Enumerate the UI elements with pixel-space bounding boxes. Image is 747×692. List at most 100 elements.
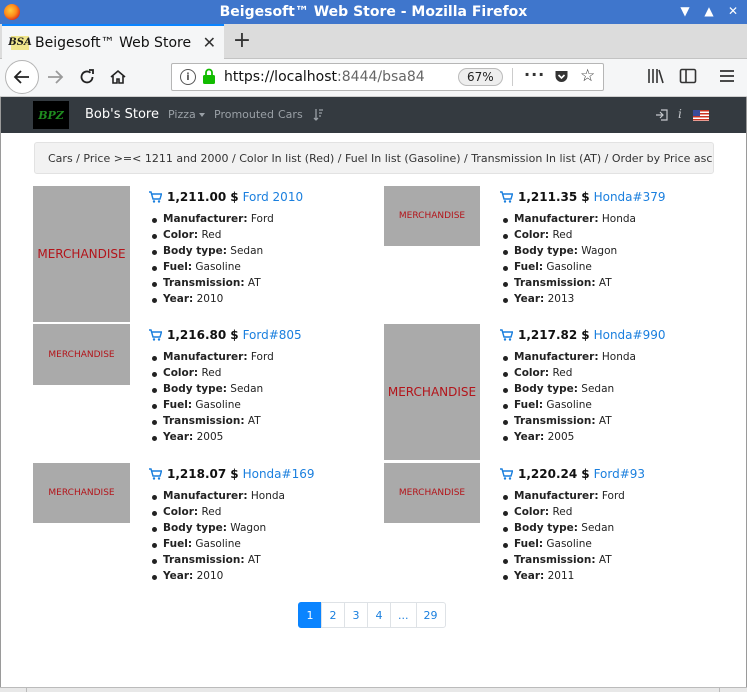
product-image[interactable]: MERCHANDISE <box>384 324 480 460</box>
product-name-link[interactable]: Honda#990 <box>594 328 666 342</box>
color-value: Red <box>552 367 573 379</box>
new-tab-button[interactable]: + <box>230 28 254 53</box>
page-ellipsis[interactable]: ... <box>390 602 417 628</box>
year-value: 2005 <box>196 431 224 443</box>
product-attributes: Manufacturer: Ford Color: Red Body type:… <box>149 213 379 309</box>
currency-symbol: $ <box>230 190 239 204</box>
close-window-icon[interactable]: ✕ <box>725 3 741 19</box>
reload-icon <box>80 69 94 84</box>
back-button[interactable] <box>5 60 39 94</box>
body-type-value: Sedan <box>230 383 264 395</box>
product-name-link[interactable]: Honda#379 <box>594 190 666 204</box>
store-logo[interactable]: BPZ <box>33 101 69 129</box>
product-price: 1,218.07 <box>167 467 227 481</box>
info-icon[interactable]: i <box>678 107 682 121</box>
fuel-value: Gasoline <box>546 261 592 273</box>
manufacturer-value: Ford <box>601 490 625 502</box>
nav-promouted-link[interactable]: Promouted <box>214 108 274 121</box>
product-price: 1,216.80 <box>167 328 227 342</box>
add-to-cart-icon[interactable] <box>149 468 162 480</box>
color-value: Red <box>552 229 573 241</box>
transmission-value: AT <box>247 415 261 427</box>
product-card: MERCHANDISE 1,220.24 $ Ford#93 Manufactu… <box>384 463 729 593</box>
product-card: MERCHANDISE 1,211.35 $ Honda#379 Manufac… <box>384 186 729 322</box>
currency-symbol: $ <box>230 328 239 342</box>
product-name-link[interactable]: Ford#93 <box>594 467 645 481</box>
product-card: MERCHANDISE 1,216.80 $ Ford#805 Manufact… <box>33 324 378 460</box>
library-icon[interactable] <box>647 67 665 85</box>
product-card: MERCHANDISE 1,211.00 $ Ford 2010 Manufac… <box>33 186 378 322</box>
fuel-value: Gasoline <box>195 538 241 550</box>
color-value: Red <box>201 229 222 241</box>
page-2-button[interactable]: 2 <box>321 602 345 628</box>
page-3-button[interactable]: 3 <box>344 602 368 628</box>
product-card: MERCHANDISE 1,217.82 $ Honda#990 Manufac… <box>384 324 729 460</box>
maximize-icon[interactable]: ▲ <box>701 3 717 19</box>
close-tab-icon[interactable]: ✕ <box>203 33 216 52</box>
product-attributes: Manufacturer: Honda Color: Red Body type… <box>500 213 730 309</box>
sidebar-icon[interactable] <box>679 67 697 85</box>
body-type-value: Sedan <box>581 522 615 534</box>
currency-symbol: $ <box>230 467 239 481</box>
site-navbar: BPZ Bob's Store Pizza Promouted Cars i <box>1 97 746 133</box>
product-price: 1,211.35 <box>518 190 578 204</box>
page-actions-icon[interactable]: ··· <box>524 65 545 84</box>
manufacturer-value: Ford <box>250 351 274 363</box>
lock-icon <box>203 68 215 84</box>
product-image[interactable]: MERCHANDISE <box>33 463 130 523</box>
color-value: Red <box>552 506 573 518</box>
login-icon[interactable] <box>655 109 668 121</box>
page-4-button[interactable]: 4 <box>367 602 391 628</box>
home-icon <box>110 69 126 84</box>
fuel-value: Gasoline <box>195 399 241 411</box>
product-name-link[interactable]: Honda#169 <box>243 467 315 481</box>
forward-button[interactable] <box>40 62 70 92</box>
product-image[interactable]: MERCHANDISE <box>33 324 130 385</box>
body-type-value: Wagon <box>230 522 267 534</box>
product-attributes: Manufacturer: Honda Color: Red Body type… <box>500 351 730 447</box>
product-image[interactable]: MERCHANDISE <box>33 186 130 322</box>
minimize-icon[interactable]: ▼ <box>677 3 693 19</box>
product-image[interactable]: MERCHANDISE <box>384 186 480 246</box>
add-to-cart-icon[interactable] <box>500 468 513 480</box>
product-name-link[interactable]: Ford#805 <box>243 328 302 342</box>
tab-beigesoft[interactable]: BSA Beigesoft™ Web Store ✕ <box>2 24 224 59</box>
url-text[interactable]: https://localhost:8444/bsa8444 <box>224 69 424 85</box>
add-to-cart-icon[interactable] <box>149 329 162 341</box>
page-1-button[interactable]: 1 <box>298 602 322 628</box>
nav-toolbar: i https://localhost:8444/bsa8444 67% ···… <box>0 59 747 97</box>
tab-strip: BSA Beigesoft™ Web Store ✕ + <box>0 24 747 59</box>
sort-order-icon[interactable] <box>313 108 324 121</box>
manufacturer-value: Honda <box>601 213 636 225</box>
add-to-cart-icon[interactable] <box>149 191 162 203</box>
zoom-level-button[interactable]: 67% <box>458 68 503 86</box>
reload-button[interactable] <box>72 62 102 92</box>
nav-cars-link[interactable]: Cars <box>278 108 303 121</box>
url-bar[interactable]: i https://localhost:8444/bsa8444 67% ···… <box>171 63 604 91</box>
transmission-value: AT <box>247 277 261 289</box>
store-brand-link[interactable]: Bob's Store <box>85 107 159 122</box>
us-flag-icon[interactable] <box>693 110 709 121</box>
home-button[interactable] <box>103 62 133 92</box>
transmission-value: AT <box>598 277 612 289</box>
product-name-link[interactable]: Ford 2010 <box>243 190 304 204</box>
tab-title: Beigesoft™ Web Store <box>35 34 192 51</box>
favicon-icon: BSA <box>8 35 32 50</box>
menu-icon[interactable] <box>718 67 736 85</box>
add-to-cart-icon[interactable] <box>500 191 513 203</box>
year-value: 2005 <box>547 431 575 443</box>
pocket-icon[interactable] <box>554 69 569 84</box>
pagination: 1 2 3 4 ... 29 <box>298 602 446 628</box>
bookmark-star-icon[interactable]: ☆ <box>580 66 595 86</box>
product-attributes: Manufacturer: Ford Color: Red Body type:… <box>500 490 730 586</box>
back-arrow-icon <box>13 70 29 84</box>
window-title: Beigesoft™ Web Store - Mozilla Firefox <box>219 4 528 20</box>
nav-pizza-dropdown[interactable]: Pizza <box>168 108 205 121</box>
add-to-cart-icon[interactable] <box>500 329 513 341</box>
site-info-icon[interactable]: i <box>180 69 196 85</box>
currency-symbol: $ <box>581 467 590 481</box>
breadcrumb: Cars / Price >=< 1211 and 2000 / Color I… <box>34 142 714 174</box>
transmission-value: AT <box>598 415 612 427</box>
page-last-button[interactable]: 29 <box>415 602 446 628</box>
product-image[interactable]: MERCHANDISE <box>384 463 480 523</box>
